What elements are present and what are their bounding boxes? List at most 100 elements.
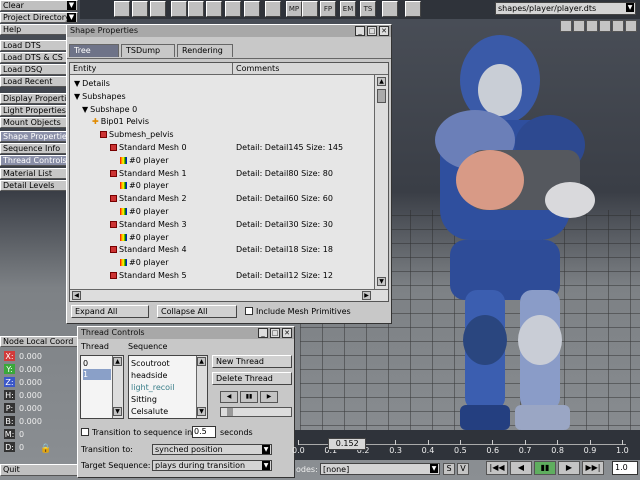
thread-slider[interactable] (220, 407, 292, 417)
tree-scrollbar[interactable]: ▲ ▼ (374, 75, 388, 289)
view-button-1[interactable] (560, 20, 572, 32)
view-button-4[interactable] (599, 20, 611, 32)
new-thread-button[interactable]: New Thread (212, 355, 292, 368)
sequence-item[interactable]: Sitting (131, 394, 195, 406)
timeline-position-marker[interactable]: 0.152 (328, 438, 367, 450)
s-button[interactable]: S (443, 463, 455, 475)
transition-time-input[interactable]: 0.5 (192, 426, 216, 438)
sequence-item[interactable]: Scoutroot (131, 358, 195, 370)
fp-icon[interactable]: FP (320, 1, 336, 17)
quit-button[interactable]: Quit (0, 464, 78, 476)
grid-icon[interactable] (114, 1, 130, 17)
target-sequence-dropdown[interactable]: plays during transition (152, 460, 272, 471)
pause-icon[interactable]: ▮▮ (534, 461, 556, 475)
close-icon[interactable]: ✕ (282, 328, 292, 338)
thread-slider-thumb[interactable] (227, 408, 233, 416)
tree-hscrollbar[interactable]: ◀ ▶ (70, 289, 388, 301)
expand-all-button[interactable]: Expand All (71, 305, 149, 318)
tree-row[interactable]: ▼ Details (74, 77, 110, 90)
minimize-icon[interactable]: _ (355, 26, 365, 36)
thread-item[interactable]: 0 (83, 358, 111, 369)
fast-forward-icon[interactable]: ▶▶| (582, 461, 604, 475)
thread-controls-titlebar[interactable]: Thread Controls _ □ ✕ (78, 327, 294, 339)
light-icon[interactable] (171, 1, 187, 17)
scroll-left-icon[interactable]: ◀ (72, 291, 81, 300)
reverse-icon[interactable]: ◀ (510, 461, 532, 475)
ts-icon[interactable]: TS (360, 1, 376, 17)
bones-icon[interactable] (382, 1, 398, 17)
rotate-icon[interactable] (302, 1, 318, 17)
tree-row[interactable]: ▼ Subshapes (74, 90, 126, 103)
scroll-up-icon[interactable]: ▲ (197, 357, 206, 366)
transition-to-dropdown[interactable]: synched position (152, 444, 272, 455)
em-icon[interactable]: EM (340, 1, 356, 17)
tree-row[interactable]: Standard Mesh 5 (110, 269, 187, 282)
expand-icon[interactable]: ▼ (74, 79, 80, 88)
expand-icon[interactable]: ▼ (74, 92, 80, 101)
paste-icon[interactable] (188, 1, 204, 17)
scroll-down-icon[interactable]: ▼ (197, 407, 206, 416)
shape-path-dropdown[interactable]: shapes/player/player.dts (495, 2, 636, 15)
nodes-dropdown[interactable]: [none] (320, 463, 440, 475)
tree-row[interactable]: #0 player (120, 179, 168, 192)
thread-list[interactable]: 01 ▲ ▼ (80, 355, 124, 419)
v-button[interactable]: V (457, 463, 469, 475)
cube-icon[interactable] (150, 1, 166, 17)
tree-view[interactable]: Entity Comments ▼ Details ▼ Subshapes ▼ Subsh… (69, 62, 389, 302)
pan-hand-icon[interactable] (405, 1, 421, 17)
scroll-thumb[interactable] (377, 89, 386, 103)
include-mesh-checkbox[interactable]: Include Mesh Primitives (245, 306, 351, 317)
scroll-right-icon[interactable]: ▶ (362, 291, 371, 300)
thread-item[interactable]: 1 (83, 369, 111, 380)
tree-row[interactable]: Standard Mesh 0 (110, 141, 187, 154)
clear-dropdown[interactable]: Clear (0, 0, 78, 11)
tree-row[interactable]: Submesh_pelvis (100, 128, 174, 141)
shape-properties-titlebar[interactable]: Shape Properties _ □ ✕ (67, 25, 391, 37)
tab-tsdump[interactable]: TSDump (121, 44, 175, 57)
sequence-item[interactable]: light_recoil (131, 382, 195, 394)
tree-row[interactable]: #0 player (120, 154, 168, 167)
include-mesh-box[interactable] (245, 307, 253, 315)
view-button-3[interactable] (586, 20, 598, 32)
camera-icon[interactable] (132, 1, 148, 17)
tree-row[interactable]: Standard Mesh 3 (110, 218, 187, 231)
tree-row[interactable]: #0 player (120, 231, 168, 244)
sequence-item[interactable]: Celsalute (131, 406, 195, 418)
tab-rendering[interactable]: Rendering (177, 44, 233, 57)
pause-icon[interactable]: ▮▮ (240, 391, 258, 403)
tree-row[interactable]: Standard Mesh 2 (110, 192, 187, 205)
pan-icon[interactable] (206, 1, 222, 17)
view-button-6[interactable] (625, 20, 637, 32)
maximize-icon[interactable]: □ (367, 26, 377, 36)
sequence-scrollbar[interactable]: ▲ ▼ (196, 356, 207, 418)
move-icon[interactable] (225, 1, 241, 17)
tree-row[interactable]: #0 player (120, 205, 168, 218)
scroll-up-icon[interactable]: ▲ (377, 77, 386, 86)
collapse-all-button[interactable]: Collapse All (157, 305, 237, 318)
tree-row[interactable]: #0 player (120, 256, 168, 269)
view-button-2[interactable] (573, 20, 585, 32)
play-icon[interactable]: ▶ (558, 461, 580, 475)
transition-checkbox[interactable]: Transition to sequence in (81, 427, 192, 438)
sequence-item[interactable]: headside (131, 370, 195, 382)
play-forward-icon[interactable]: ▶ (260, 391, 278, 403)
tree-row[interactable]: ✚ Bip01 Pelvis (92, 115, 149, 128)
expand-icon[interactable]: ▼ (82, 105, 88, 114)
transition-box[interactable] (81, 428, 89, 436)
select-icon[interactable] (265, 1, 281, 17)
play-back-icon[interactable]: ◀ (220, 391, 238, 403)
rewind-icon[interactable]: |◀◀ (486, 461, 508, 475)
close-icon[interactable]: ✕ (379, 26, 389, 36)
project-directory-dropdown[interactable]: Project Directory (0, 12, 78, 23)
scroll-down-icon[interactable]: ▼ (377, 277, 386, 286)
lock-icon[interactable]: 🔒 (40, 444, 51, 454)
scroll-up-icon[interactable]: ▲ (113, 357, 122, 366)
minimize-icon[interactable]: _ (258, 328, 268, 338)
tab-tree[interactable]: Tree (69, 44, 119, 57)
scroll-down-icon[interactable]: ▼ (113, 407, 122, 416)
mp-icon[interactable]: MP (286, 1, 302, 17)
thread-scrollbar[interactable]: ▲ ▼ (112, 356, 123, 418)
zoom-icon[interactable] (244, 1, 260, 17)
delete-thread-button[interactable]: Delete Thread (212, 372, 292, 385)
tree-row[interactable]: ▼ Subshape 0 (82, 103, 137, 116)
